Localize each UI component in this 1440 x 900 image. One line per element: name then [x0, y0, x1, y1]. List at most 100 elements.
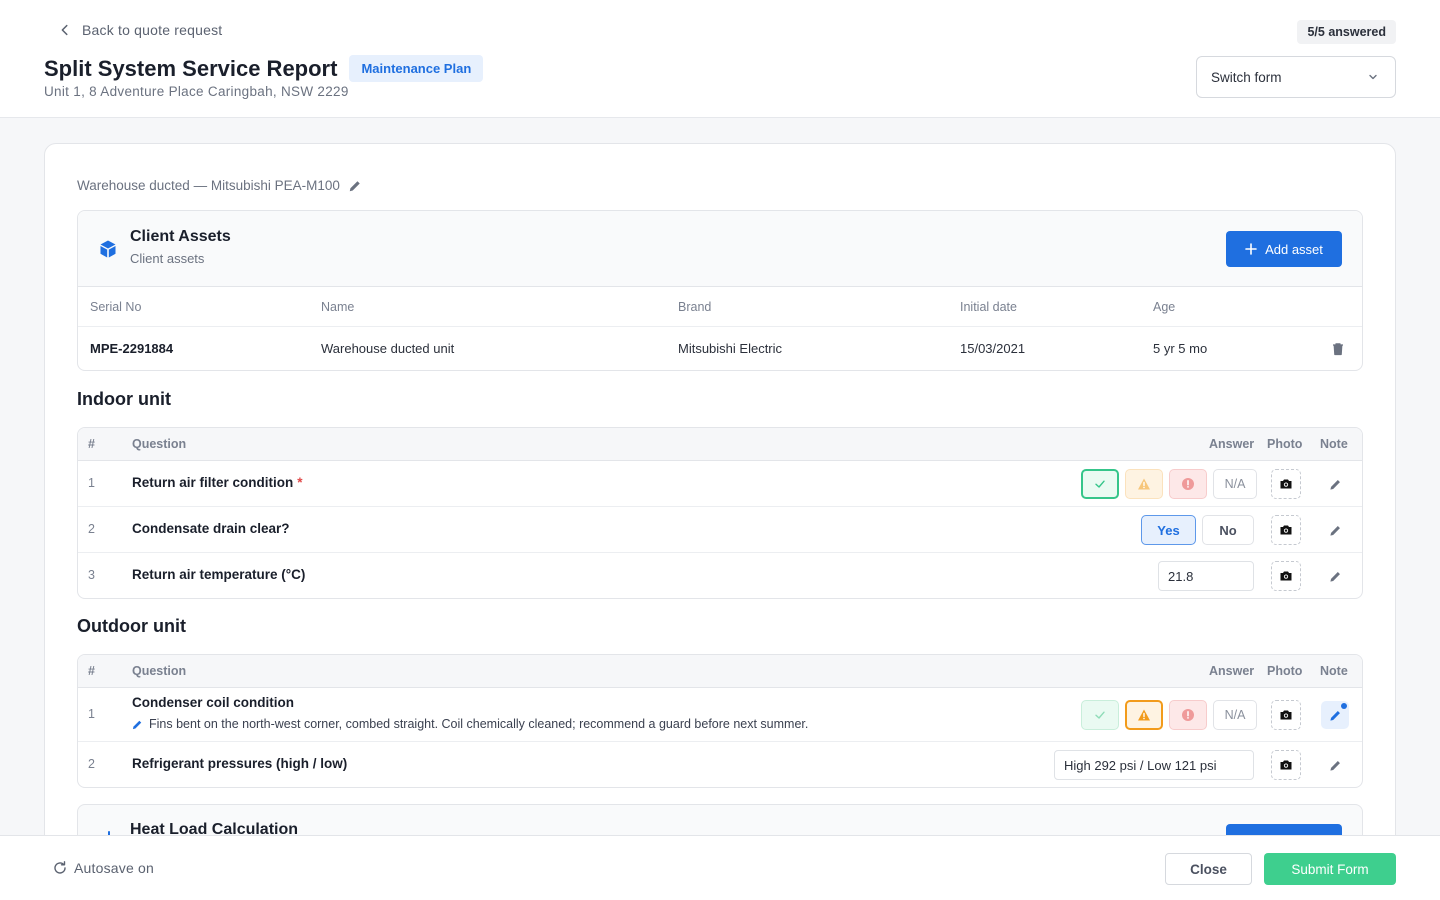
photo-button[interactable] [1271, 561, 1301, 591]
note-button[interactable] [1321, 751, 1349, 779]
col-note: Note [1320, 664, 1348, 678]
chevron-down-icon [1369, 74, 1377, 80]
note-indicator-dot [1341, 703, 1347, 709]
plan-badge: Maintenance Plan [349, 55, 484, 82]
question-text: Return air filter condition * [132, 475, 303, 490]
condition-answer-group: N/A [1081, 469, 1257, 499]
answer-warning-option[interactable] [1125, 700, 1163, 730]
asset-caption-text: Warehouse ducted — Mitsubishi PEA-M100 [77, 178, 340, 193]
camera-icon [1280, 710, 1292, 720]
pressure-input[interactable]: High 292 psi / Low 121 psi [1054, 750, 1254, 780]
col-note: Note [1320, 437, 1348, 451]
answer-warning-option[interactable] [1125, 469, 1163, 499]
table-row: MPE-2291884 Warehouse ducted unit Mitsub… [78, 327, 1362, 370]
form-card: Warehouse ducted — Mitsubishi PEA-M100 C… [44, 143, 1396, 900]
col-number: # [88, 437, 95, 451]
col-answer: Answer [1209, 437, 1255, 451]
client-assets-header: Client Assets Client assets Add asset [78, 211, 1362, 287]
add-asset-button[interactable]: Add asset [1226, 231, 1342, 267]
client-assets-subtitle: Client assets [130, 251, 205, 266]
photo-button[interactable] [1271, 700, 1301, 730]
photo-button[interactable] [1271, 750, 1301, 780]
indoor-questions-table: # Question Answer Photo Note 1 Return ai… [77, 427, 1363, 599]
temperature-input[interactable]: 21.8 [1158, 561, 1254, 591]
check-icon [1095, 480, 1105, 488]
answer-ok-option[interactable] [1081, 700, 1119, 730]
answer-fault-option[interactable] [1169, 700, 1207, 730]
question-number: 1 [88, 707, 95, 721]
answer-fault-option[interactable] [1169, 469, 1207, 499]
condition-answer-group: N/A [1081, 700, 1257, 730]
outdoor-questions-table: # Question Answer Photo Note 1 Condenser… [77, 654, 1363, 788]
asset-name: Warehouse ducted unit [321, 341, 455, 356]
col-number: # [88, 664, 95, 678]
pencil-icon [1329, 525, 1340, 536]
question-label: Refrigerant pressures (high / low) [132, 756, 348, 771]
delete-asset-button[interactable] [1331, 327, 1345, 370]
pencil-icon [1329, 571, 1340, 582]
question-label: Return air temperature (°C) [132, 567, 306, 582]
photo-button[interactable] [1271, 515, 1301, 545]
submit-form-button[interactable]: Submit Form [1264, 853, 1396, 885]
note-button-active[interactable] [1321, 701, 1349, 729]
question-note: Fins bent on the north-west corner, comb… [132, 717, 808, 731]
chevron-left-icon [61, 24, 68, 36]
asset-brand: Mitsubishi Electric [678, 341, 783, 356]
asset-initial-date: 15/03/2021 [960, 341, 1026, 356]
autosave-status: Autosave on [52, 860, 154, 876]
col-photo: Photo [1267, 664, 1303, 678]
pencil-icon[interactable] [348, 179, 362, 193]
note-button[interactable] [1321, 516, 1349, 544]
form-footer: Autosave on Close Submit Form [0, 835, 1440, 900]
answer-ok-option[interactable] [1081, 469, 1119, 499]
question-number: 2 [88, 757, 95, 771]
question-row: 2 Condensate drain clear? Yes No [78, 507, 1362, 553]
question-row: 2 Refrigerant pressures (high / low) Hig… [78, 742, 1362, 787]
note-button[interactable] [1321, 562, 1349, 590]
page-header: Back to quote request Split System Servi… [0, 0, 1440, 118]
question-label: Condensate drain clear? [132, 521, 290, 536]
col-name: Name [321, 299, 355, 314]
camera-icon [1280, 760, 1292, 770]
col-question: Question [132, 664, 187, 678]
warning-icon [1138, 478, 1150, 490]
answer-na-option[interactable]: N/A [1213, 700, 1257, 730]
photo-button[interactable] [1271, 469, 1301, 499]
question-note-text: Fins bent on the north-west corner, comb… [149, 717, 809, 731]
close-button[interactable]: Close [1165, 853, 1252, 885]
questions-table-header: # Question Answer Photo Note [78, 655, 1362, 688]
asset-serial: MPE-2291884 [90, 341, 174, 356]
plus-icon [1245, 243, 1257, 255]
client-assets-title: Client Assets [130, 228, 231, 245]
question-number: 3 [88, 568, 95, 582]
question-row: 1 Return air filter condition * N/A [78, 461, 1362, 507]
indoor-unit-title: Indoor unit [77, 389, 171, 409]
client-assets-panel: Client Assets Client assets Add asset Se… [77, 210, 1363, 371]
add-asset-label: Add asset [1265, 241, 1323, 257]
col-initial-date: Initial date [960, 299, 1017, 314]
pencil-icon [1329, 760, 1340, 771]
col-question: Question [132, 437, 187, 451]
switch-form-select[interactable]: Switch form [1196, 56, 1396, 98]
question-row: 3 Return air temperature (°C) 21.8 [78, 553, 1362, 598]
check-icon [1095, 711, 1105, 719]
back-link[interactable]: Back to quote request [58, 22, 222, 38]
site-address: Unit 1, 8 Adventure Place Caringbah, NSW… [44, 84, 349, 99]
back-link-label: Back to quote request [82, 22, 223, 38]
page-title: Split System Service Report [44, 55, 338, 81]
question-row: 1 Condenser coil condition Fins bent on … [78, 688, 1362, 742]
answer-no-option[interactable]: No [1202, 515, 1254, 545]
camera-icon [1280, 525, 1292, 535]
warning-icon [1138, 709, 1150, 721]
pencil-icon [132, 720, 142, 729]
answer-na-option[interactable]: N/A [1213, 469, 1257, 499]
autosave-label: Autosave on [74, 860, 155, 876]
yes-no-answer-group: Yes No [1141, 515, 1254, 545]
col-photo: Photo [1267, 437, 1303, 451]
col-answer: Answer [1209, 664, 1255, 678]
note-button[interactable] [1321, 470, 1349, 498]
asset-age: 5 yr 5 mo [1153, 341, 1208, 356]
questions-table-header: # Question Answer Photo Note [78, 428, 1362, 461]
trash-icon [1333, 342, 1343, 355]
answer-yes-option[interactable]: Yes [1141, 515, 1196, 545]
